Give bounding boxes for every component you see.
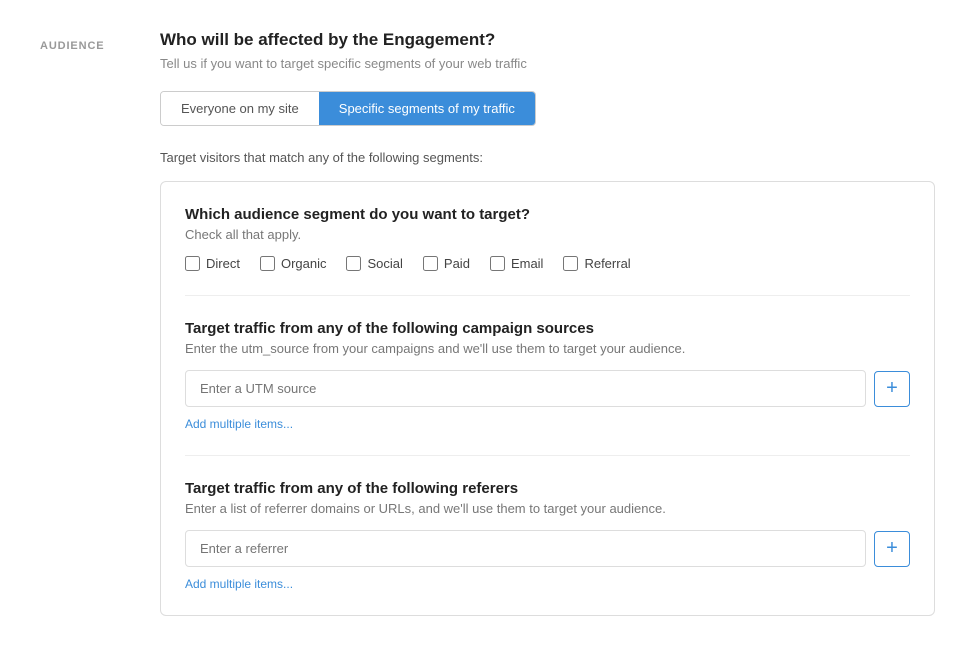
- main-content: Who will be affected by the Engagement? …: [160, 30, 935, 628]
- checkbox-referral-label: Referral: [584, 256, 630, 271]
- sidebar-label: Audience: [40, 40, 105, 52]
- campaign-section: Target traffic from any of the following…: [185, 296, 910, 456]
- checkbox-direct[interactable]: Direct: [185, 256, 240, 271]
- checkbox-organic-input[interactable]: [260, 256, 275, 271]
- referrer-add-multiple-link[interactable]: Add multiple items...: [185, 577, 293, 591]
- checkbox-social[interactable]: Social: [346, 256, 402, 271]
- checkbox-organic-label: Organic: [281, 256, 327, 271]
- segment-subtitle: Check all that apply.: [185, 227, 910, 242]
- page-title: Who will be affected by the Engagement?: [160, 30, 935, 50]
- target-label: Target visitors that match any of the fo…: [160, 150, 935, 165]
- referrer-title: Target traffic from any of the following…: [185, 480, 910, 497]
- referrer-input[interactable]: [185, 530, 866, 567]
- campaign-input-row: +: [185, 370, 910, 407]
- referrer-input-row: +: [185, 530, 910, 567]
- checkbox-email-label: Email: [511, 256, 544, 271]
- referrer-add-button[interactable]: +: [874, 531, 910, 567]
- checkbox-direct-label: Direct: [206, 256, 240, 271]
- checkbox-direct-input[interactable]: [185, 256, 200, 271]
- sidebar: Audience: [40, 30, 160, 628]
- utm-source-input[interactable]: [185, 370, 866, 407]
- page-container: Audience Who will be affected by the Eng…: [0, 0, 975, 658]
- segment-title: Which audience segment do you want to ta…: [185, 206, 910, 223]
- checkbox-email[interactable]: Email: [490, 256, 544, 271]
- checkbox-social-input[interactable]: [346, 256, 361, 271]
- checkbox-referral-input[interactable]: [563, 256, 578, 271]
- checkbox-email-input[interactable]: [490, 256, 505, 271]
- checkbox-organic[interactable]: Organic: [260, 256, 327, 271]
- checkbox-paid[interactable]: Paid: [423, 256, 470, 271]
- checkbox-referral[interactable]: Referral: [563, 256, 630, 271]
- toggle-group: Everyone on my site Specific segments of…: [160, 91, 536, 126]
- segment-card: Which audience segment do you want to ta…: [160, 181, 935, 616]
- everyone-toggle-button[interactable]: Everyone on my site: [161, 92, 319, 125]
- audience-segment-section: Which audience segment do you want to ta…: [185, 206, 910, 296]
- checkbox-group: Direct Organic Social Paid: [185, 256, 910, 271]
- checkbox-paid-label: Paid: [444, 256, 470, 271]
- referrer-subtitle: Enter a list of referrer domains or URLs…: [185, 501, 910, 516]
- campaign-subtitle: Enter the utm_source from your campaigns…: [185, 341, 910, 356]
- campaign-add-multiple-link[interactable]: Add multiple items...: [185, 417, 293, 431]
- referrer-section: Target traffic from any of the following…: [185, 456, 910, 591]
- checkbox-social-label: Social: [367, 256, 402, 271]
- specific-segments-toggle-button[interactable]: Specific segments of my traffic: [319, 92, 535, 125]
- campaign-title: Target traffic from any of the following…: [185, 320, 910, 337]
- checkbox-paid-input[interactable]: [423, 256, 438, 271]
- utm-source-add-button[interactable]: +: [874, 371, 910, 407]
- page-subtitle: Tell us if you want to target specific s…: [160, 56, 935, 71]
